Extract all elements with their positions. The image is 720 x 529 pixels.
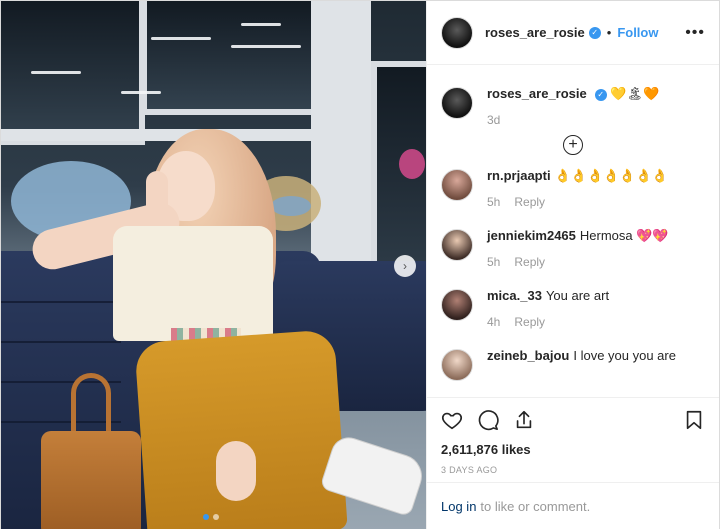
photo-light	[121, 91, 161, 94]
photo-window	[141, 1, 321, 115]
caption-username[interactable]: roses_are_rosie	[487, 86, 587, 101]
likes-count[interactable]: 2,611,876 likes	[441, 442, 705, 457]
comment-icon[interactable]	[477, 409, 499, 431]
comment-timestamp[interactable]: 4h	[487, 315, 500, 329]
carousel-dot	[213, 514, 219, 520]
comment-text: You are art	[545, 288, 610, 303]
reply-button[interactable]: Reply	[514, 255, 545, 269]
share-icon[interactable]	[513, 409, 535, 431]
photo-person-hand	[216, 441, 256, 501]
login-link[interactable]: Log in	[441, 499, 476, 514]
load-more-comments-button[interactable]: +	[563, 135, 583, 155]
reply-button[interactable]: Reply	[514, 195, 545, 209]
caption-timestamp[interactable]: 3d	[487, 113, 500, 127]
comment-timestamp[interactable]: 5h	[487, 255, 500, 269]
post-photo[interactable]: ›	[1, 1, 426, 529]
comment-username[interactable]: mica._33	[487, 288, 542, 303]
reply-button[interactable]: Reply	[514, 315, 545, 329]
commenter-avatar[interactable]	[441, 169, 473, 201]
follow-button[interactable]: Follow	[617, 25, 658, 40]
comment-item: rn.prjaapti 👌👌👌👌👌👌👌 5h Reply	[441, 167, 705, 209]
photo-couch-seam	[1, 341, 121, 343]
caption: roses_are_rosie ✓ 💛🏝🧡 3d	[441, 85, 705, 127]
more-options-icon[interactable]: •••	[685, 24, 705, 42]
photo-light	[31, 71, 81, 74]
photo-light	[241, 23, 281, 26]
photo-sign	[399, 149, 425, 179]
comment-item: jenniekim2465 Hermosa 💖💖 5h Reply	[441, 227, 705, 269]
comment-username[interactable]: jenniekim2465	[487, 228, 576, 243]
comment-username[interactable]: zeineb_bajou	[487, 348, 569, 363]
photo-bag	[41, 431, 141, 529]
post-header: roses_are_rosie ✓ • Follow •••	[427, 1, 719, 65]
login-prompt: Log in to like or comment.	[427, 482, 719, 529]
photo-light	[231, 45, 301, 48]
post-sidebar: roses_are_rosie ✓ • Follow ••• roses_are…	[426, 1, 719, 529]
photo-light	[151, 37, 211, 40]
caption-text: 💛🏝🧡	[610, 86, 660, 101]
commenter-avatar[interactable]	[441, 289, 473, 321]
chevron-right-icon: ›	[403, 259, 407, 273]
comment-timestamp[interactable]: 5h	[487, 195, 500, 209]
photo-couch-seam	[1, 301, 121, 303]
photo-person-top	[113, 226, 273, 341]
photo-mural	[271, 196, 311, 216]
author-avatar[interactable]	[441, 16, 473, 49]
bookmark-icon[interactable]	[683, 409, 705, 431]
login-prompt-text: to like or comment.	[480, 499, 591, 514]
comments-list[interactable]: roses_are_rosie ✓ 💛🏝🧡 3d + rn.prjaapti 👌👌👌…	[427, 65, 719, 397]
comment-username[interactable]: rn.prjaapti	[487, 168, 551, 183]
post-actions: 2,611,876 likes 3 DAYS AGO	[427, 397, 719, 475]
separator-dot: •	[606, 25, 612, 40]
post-timestamp[interactable]: 3 DAYS AGO	[441, 465, 705, 475]
instagram-post: › roses_are_rosie ✓ • Follow ••• roses_a…	[0, 0, 720, 529]
commenter-avatar[interactable]	[441, 349, 473, 381]
verified-badge-icon: ✓	[594, 88, 607, 101]
next-photo-button[interactable]: ›	[394, 255, 416, 277]
comment-item: mica._33 You are art 4h Reply	[441, 287, 705, 329]
comment-text: 👌👌👌👌👌👌👌	[554, 168, 668, 183]
author-avatar[interactable]	[441, 87, 473, 119]
comment-text: Hermosa 💖💖	[579, 228, 669, 243]
commenter-avatar[interactable]	[441, 229, 473, 261]
plus-icon: +	[568, 136, 578, 153]
comment-item: zeineb_bajou I love you you are	[441, 347, 705, 381]
comment-text: I love you you are	[573, 348, 676, 363]
heart-icon[interactable]	[441, 409, 463, 431]
author-username[interactable]: roses_are_rosie	[485, 25, 585, 40]
verified-badge-icon: ✓	[588, 26, 601, 39]
carousel-dot-active	[203, 514, 209, 520]
